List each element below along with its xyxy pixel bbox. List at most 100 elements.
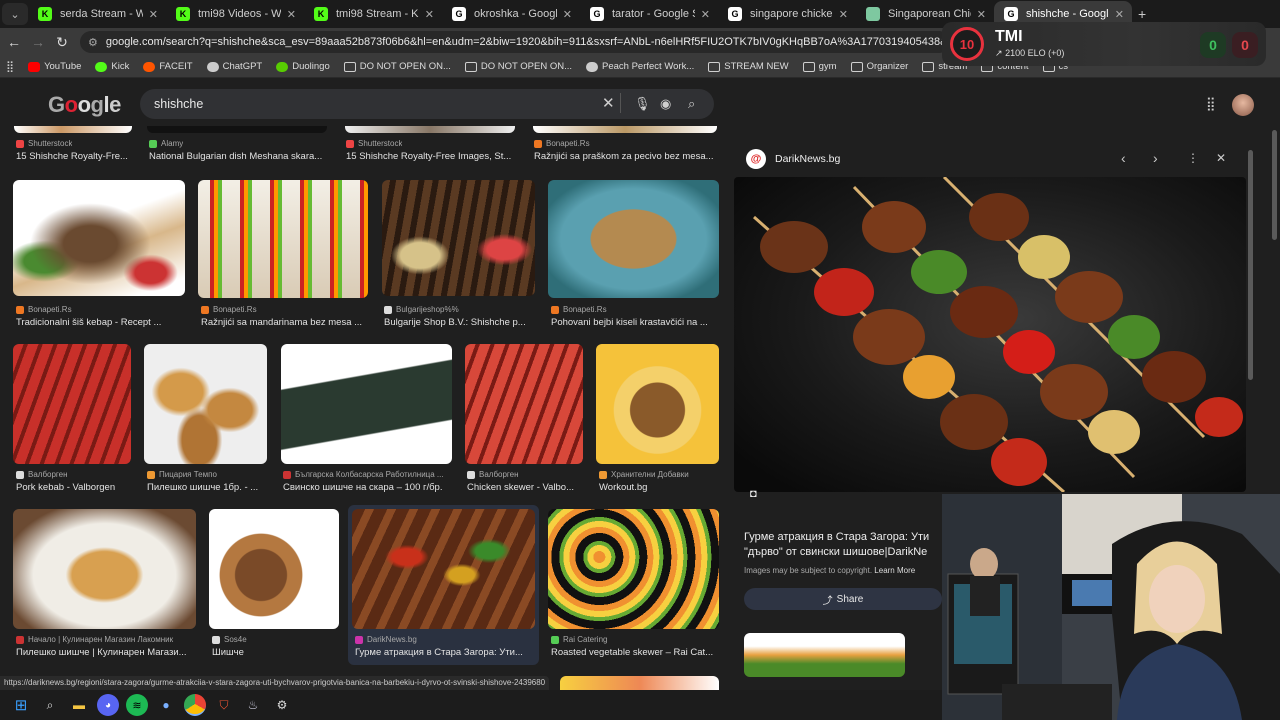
page-scrollbar[interactable]	[1272, 130, 1277, 240]
settings-icon[interactable]: ⚙	[271, 694, 293, 716]
close-tab-icon[interactable]: ✕	[839, 8, 848, 21]
panel-title[interactable]: Гурме атракция в Стара Загора: Ути "дърв…	[744, 530, 944, 562]
more-options-icon[interactable]: ⋮	[1187, 151, 1199, 165]
result-image[interactable]	[209, 509, 339, 629]
result-image[interactable]	[548, 180, 719, 298]
close-tab-icon[interactable]: ✕	[563, 8, 572, 21]
close-tab-icon[interactable]: ✕	[701, 8, 710, 21]
result-image[interactable]	[147, 126, 327, 133]
result-image[interactable]	[548, 509, 719, 629]
result-image[interactable]	[560, 676, 719, 690]
google-logo[interactable]: Google	[48, 92, 121, 118]
tab-search-button[interactable]: ⌄	[2, 3, 28, 25]
result-image[interactable]	[352, 509, 535, 629]
back-button[interactable]: ←	[2, 34, 26, 50]
site-info-icon[interactable]: ⚙	[88, 36, 98, 49]
result-caption[interactable]: Пилешко шишче 1бр. - ...	[147, 482, 269, 493]
share-button[interactable]: ⤴ Share	[744, 588, 942, 610]
result-caption[interactable]: National Bulgarian dish Meshana skara...	[149, 151, 329, 162]
apps-icon[interactable]: ⣿	[6, 60, 14, 73]
result-caption[interactable]: Пилешко шишче | Кулинарен Магази...	[16, 647, 198, 658]
bookmark-item[interactable]: gym	[802, 61, 837, 72]
bookmark-item[interactable]: Organizer	[850, 61, 908, 72]
spotify-icon[interactable]: ≋	[126, 694, 148, 716]
result-image[interactable]	[382, 180, 535, 296]
account-avatar[interactable]	[1232, 94, 1254, 116]
bookmark-item[interactable]: DO NOT OPEN ON...	[343, 61, 451, 72]
previous-image-icon[interactable]: ‹	[1121, 150, 1126, 166]
chrome-icon[interactable]	[184, 694, 206, 716]
file-explorer-icon[interactable]: ▬	[68, 694, 90, 716]
result-image[interactable]	[13, 180, 185, 296]
result-caption[interactable]: 15 Shishche Royalty-Free Images, St...	[346, 151, 516, 162]
panel-site-name[interactable]: DarikNews.bg	[775, 153, 840, 165]
related-image[interactable]	[744, 633, 905, 677]
bookmark-item[interactable]: FACEIT	[143, 61, 193, 72]
bookmark-item[interactable]: Kick	[95, 61, 129, 72]
lens-icon[interactable]: ◘	[750, 488, 757, 500]
result-image[interactable]	[345, 126, 515, 133]
new-tab-icon[interactable]: +	[1138, 6, 1146, 22]
result-caption[interactable]: Workout.bg	[599, 482, 721, 493]
bookmark-item[interactable]: ChatGPT	[206, 61, 262, 72]
result-caption[interactable]: Chicken skewer - Valbo...	[467, 482, 585, 493]
search-input[interactable]: shishche	[140, 89, 714, 119]
close-tab-icon[interactable]: ✕	[287, 8, 296, 21]
shield-icon[interactable]: ⛉	[213, 694, 235, 716]
close-panel-icon[interactable]: ✕	[1216, 151, 1226, 165]
steam-icon[interactable]: ♨	[242, 694, 264, 716]
losses-count: 0	[1241, 37, 1249, 53]
google-apps-icon[interactable]: ⣿	[1206, 96, 1216, 112]
next-image-icon[interactable]: ›	[1153, 150, 1158, 166]
app-icon[interactable]: ●	[155, 694, 177, 716]
result-caption[interactable]: Pohovani bejbi kiseli krastavčići na ...	[551, 317, 721, 328]
result-image[interactable]	[596, 344, 719, 464]
lens-search-icon[interactable]: ◉	[660, 96, 671, 112]
tab-1[interactable]: Ktmi98 Videos - Watch On ✕	[166, 1, 304, 27]
reload-button[interactable]: ↻	[50, 34, 74, 51]
tab-4[interactable]: Gtarator - Google Search ✕	[580, 1, 718, 27]
bookmark-item[interactable]: Peach Perfect Work...	[586, 61, 694, 72]
result-caption[interactable]: 15 Shishche Royalty-Fre...	[16, 151, 134, 162]
bookmark-item[interactable]: YouTube	[28, 61, 81, 72]
voice-search-icon[interactable]: 🎙	[634, 96, 651, 112]
result-image[interactable]	[13, 509, 196, 629]
tab-2[interactable]: Ktmi98 Stream - Kick Dash ✕	[304, 1, 442, 27]
result-caption[interactable]: Ražnjići sa praškom za pecivo bez mesa..…	[534, 151, 718, 162]
panel-scrollbar[interactable]	[1248, 150, 1253, 380]
close-tab-icon[interactable]: ✕	[977, 8, 986, 21]
result-image[interactable]	[533, 126, 717, 133]
close-tab-icon[interactable]: ✕	[1115, 8, 1124, 21]
discord-icon[interactable]: ◕	[97, 694, 119, 716]
result-image[interactable]	[465, 344, 583, 464]
result-image[interactable]	[144, 344, 267, 464]
result-caption[interactable]: Pork kebab - Valborgen	[16, 482, 134, 493]
address-bar[interactable]: ⚙ google.com/search?q=shishche&sca_esv=8…	[80, 31, 950, 53]
windows-start-icon[interactable]: ⊞	[10, 694, 32, 716]
result-caption[interactable]: Roasted vegetable skewer – Rai Cat...	[551, 647, 721, 658]
bookmark-item[interactable]: Duolingo	[276, 61, 330, 72]
result-caption[interactable]: Гурме атракция в Стара Загора: Ути...	[355, 647, 535, 658]
preview-image[interactable]	[734, 177, 1246, 492]
tab-5[interactable]: Gsingapore chicken rice - G ✕	[718, 1, 856, 27]
result-image[interactable]	[198, 180, 368, 298]
tab-0[interactable]: Kserda Stream - Watch Liv ✕	[28, 1, 166, 27]
result-image[interactable]	[14, 126, 132, 133]
bookmark-item[interactable]: DO NOT OPEN ON...	[464, 61, 572, 72]
bookmark-item[interactable]: STREAM NEW	[708, 61, 789, 72]
search-icon[interactable]: ⌕	[688, 96, 695, 112]
clear-search-icon[interactable]: ✕	[602, 94, 615, 112]
search-taskbar-icon[interactable]: ⌕	[39, 694, 61, 716]
forward-button[interactable]: →	[26, 34, 50, 50]
result-caption[interactable]: Bulgarije Shop B.V.: Shishche p...	[384, 317, 534, 328]
result-image[interactable]	[13, 344, 131, 464]
tab-3[interactable]: Gokroshka - Google Search ✕	[442, 1, 580, 27]
close-tab-icon[interactable]: ✕	[425, 8, 434, 21]
result-caption[interactable]: Шишче	[212, 647, 340, 658]
result-caption[interactable]: Свинско шишче на скара – 100 г/бр.	[283, 482, 455, 493]
result-caption[interactable]: Tradicionalni šiš kebap - Recept ...	[16, 317, 186, 328]
learn-more-link[interactable]: Learn More	[874, 566, 915, 575]
close-tab-icon[interactable]: ✕	[149, 8, 158, 21]
result-caption[interactable]: Ražnjići sa mandarinama bez mesa ...	[201, 317, 371, 328]
result-image[interactable]	[281, 344, 452, 464]
